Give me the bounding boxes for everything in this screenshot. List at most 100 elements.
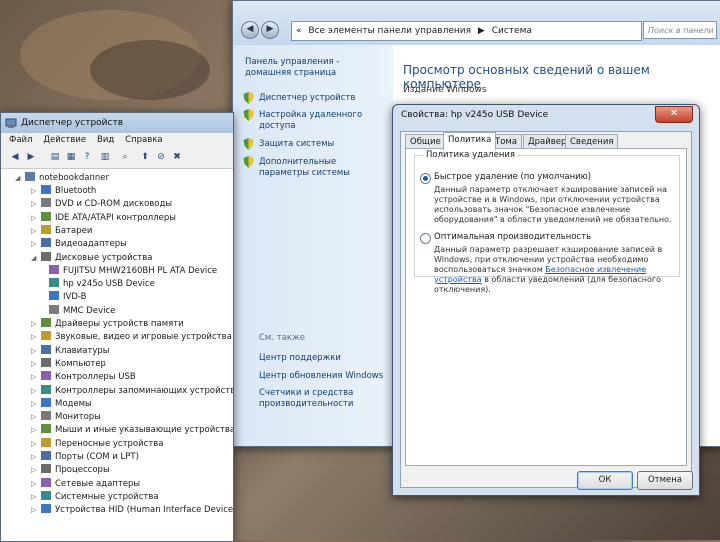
device-category[interactable]: ▷ Bluetooth <box>31 185 96 198</box>
expand-icon[interactable]: ▷ <box>31 331 41 344</box>
back-button[interactable]: ◀ <box>241 21 259 39</box>
device-category[interactable]: ▷ Модемы <box>31 397 92 411</box>
better-performance-label[interactable]: Оптимальная производительность <box>434 232 591 242</box>
expand-icon[interactable]: ▷ <box>31 451 41 464</box>
device-icon <box>41 211 51 221</box>
device-icon <box>41 224 51 234</box>
device-category[interactable]: ◢ Дисковые устройства <box>31 251 152 265</box>
performance-tools-link[interactable]: Счетчики и средства производительности <box>259 388 387 410</box>
device-label: Устройства HID (Human Interface Devices) <box>55 505 233 516</box>
group-label: Политика удаления <box>424 150 518 160</box>
menu-view[interactable]: Вид <box>89 133 114 145</box>
device-category[interactable]: ▷ IDE ATA/ATAPI контроллеры <box>31 211 176 225</box>
device-category[interactable]: ▷ Батареи <box>31 224 92 238</box>
tab-general[interactable]: Общие <box>405 134 446 149</box>
disk-device-item[interactable]: IVD-B <box>49 291 86 304</box>
device-category[interactable]: ▷ Компьютер <box>31 357 106 371</box>
menu-file[interactable]: Файл <box>1 133 32 145</box>
breadcrumb-all-items[interactable]: Все элементы панели управления <box>308 26 471 36</box>
device-category[interactable]: ▷ Видеоадаптеры <box>31 238 127 251</box>
device-category[interactable]: ▷ Переносные устройства <box>31 437 164 451</box>
cancel-button[interactable]: Отмена <box>637 471 693 490</box>
breadcrumb-system[interactable]: Система <box>492 26 532 36</box>
disk-device-item[interactable]: hp v245o USB Device <box>49 278 155 291</box>
collapse-icon[interactable]: ◢ <box>15 172 25 185</box>
device-label: hp v245o USB Device <box>63 279 155 290</box>
back-arrow-icon[interactable]: ◀ <box>9 151 21 163</box>
quick-removal-label[interactable]: Быстрое удаление (по умолчанию) <box>434 172 591 182</box>
remote-settings-link[interactable]: Настройка удаленного доступа <box>259 110 387 132</box>
properties-icon[interactable]: ▤ <box>49 151 61 163</box>
device-category[interactable]: ▷ Клавиатуры <box>31 344 110 358</box>
forward-button[interactable]: ▶ <box>261 21 279 39</box>
device-category[interactable]: ▷ Системные устройства <box>31 490 159 504</box>
policies-panel: Политика удаления Быстрое удаление (по у… <box>405 148 687 466</box>
device-category[interactable]: ▷ Мониторы <box>31 411 101 424</box>
expand-icon[interactable]: ▷ <box>31 238 41 251</box>
expand-icon[interactable]: ▷ <box>31 411 41 424</box>
expand-icon[interactable]: ▷ <box>31 478 41 491</box>
details-icon[interactable]: ▦ <box>65 151 77 163</box>
collapse-icon[interactable]: ◢ <box>31 252 41 265</box>
expand-icon[interactable]: ▷ <box>31 424 41 437</box>
disk-device-item[interactable]: MMC Device <box>49 304 115 318</box>
scan-hardware-icon[interactable]: ⌕ <box>119 151 131 163</box>
better-performance-radio[interactable] <box>420 233 431 244</box>
device-icon <box>41 384 51 394</box>
action-center-link[interactable]: Центр поддержки <box>259 353 387 364</box>
device-category[interactable]: ▷ Контроллеры запоминающих устройств <box>31 384 233 398</box>
expand-icon[interactable]: ▷ <box>31 398 41 411</box>
device-manager-link[interactable]: Диспетчер устройств <box>259 93 387 104</box>
uninstall-device-icon[interactable]: ✖ <box>171 151 183 163</box>
address-bar[interactable]: « Все элементы панели управления ▶ Систе… <box>291 21 642 41</box>
expand-icon[interactable]: ▷ <box>31 345 41 358</box>
advanced-settings-link[interactable]: Дополнительные параметры системы <box>259 157 387 179</box>
device-label: Клавиатуры <box>55 345 110 356</box>
device-label: Процессоры <box>55 465 110 476</box>
windows-update-link[interactable]: Центр обновления Windows <box>259 371 387 382</box>
device-category[interactable]: ▷ DVD и CD-ROM дисководы <box>31 198 172 211</box>
device-category[interactable]: ▷ Контроллеры USB <box>31 371 136 384</box>
properties-dialog: Свойства: hp v245o USB Device ✕ Общие По… <box>392 104 700 496</box>
shield-icon <box>243 92 254 104</box>
device-category[interactable]: ▷ Мыши и иные указывающие устройства <box>31 424 233 437</box>
quick-removal-radio[interactable] <box>420 173 431 184</box>
tab-details[interactable]: Сведения <box>565 134 619 149</box>
device-category[interactable]: ▷ Устройства HID (Human Interface Devices… <box>31 504 233 517</box>
tab-policies[interactable]: Политика <box>443 132 497 150</box>
device-label: IDE ATA/ATAPI контроллеры <box>55 212 176 223</box>
expand-icon[interactable]: ▷ <box>31 185 41 198</box>
expand-icon[interactable]: ▷ <box>31 504 41 517</box>
expand-icon[interactable]: ▷ <box>31 385 41 398</box>
forward-arrow-icon[interactable]: ▶ <box>25 151 37 163</box>
system-protection-link[interactable]: Защита системы <box>259 139 387 150</box>
list-view-icon[interactable]: ▥ <box>99 151 111 163</box>
close-button[interactable]: ✕ <box>655 106 693 123</box>
device-category[interactable]: ▷ Звуковые, видео и игровые устройства <box>31 331 232 344</box>
menu-action[interactable]: Действие <box>35 133 86 145</box>
expand-icon[interactable]: ▷ <box>31 438 41 451</box>
disk-device-item[interactable]: FUJITSU MHW2160BH PL ATA Device <box>49 264 217 278</box>
tree-root[interactable]: ◢ notebookdanner <box>15 172 109 185</box>
device-category[interactable]: ▷ Сетевые адаптеры <box>31 477 140 491</box>
device-icon <box>41 344 51 354</box>
breadcrumb-overflow[interactable]: « <box>296 26 302 36</box>
update-driver-icon[interactable]: ⬆ <box>139 151 151 163</box>
expand-icon[interactable]: ▷ <box>31 464 41 477</box>
expand-icon[interactable]: ▷ <box>31 212 41 225</box>
search-input[interactable]: Поиск в панели <box>643 21 717 39</box>
expand-icon[interactable]: ▷ <box>31 318 41 331</box>
cp-home-link[interactable]: Панель управления - домашняя страница <box>245 57 373 79</box>
device-category[interactable]: ▷ Драйверы устройств памяти <box>31 318 184 331</box>
ok-button[interactable]: ОК <box>577 471 633 490</box>
menu-help[interactable]: Справка <box>117 133 162 145</box>
expand-icon[interactable]: ▷ <box>31 198 41 211</box>
expand-icon[interactable]: ▷ <box>31 358 41 371</box>
expand-icon[interactable]: ▷ <box>31 371 41 384</box>
expand-icon[interactable]: ▷ <box>31 225 41 238</box>
expand-icon[interactable]: ▷ <box>31 491 41 504</box>
device-category[interactable]: ▷ Порты (COM и LPT) <box>31 451 139 464</box>
device-category[interactable]: ▷ Процессоры <box>31 464 110 477</box>
disable-device-icon[interactable]: ⊘ <box>155 151 167 163</box>
help-icon[interactable]: ? <box>81 151 93 163</box>
